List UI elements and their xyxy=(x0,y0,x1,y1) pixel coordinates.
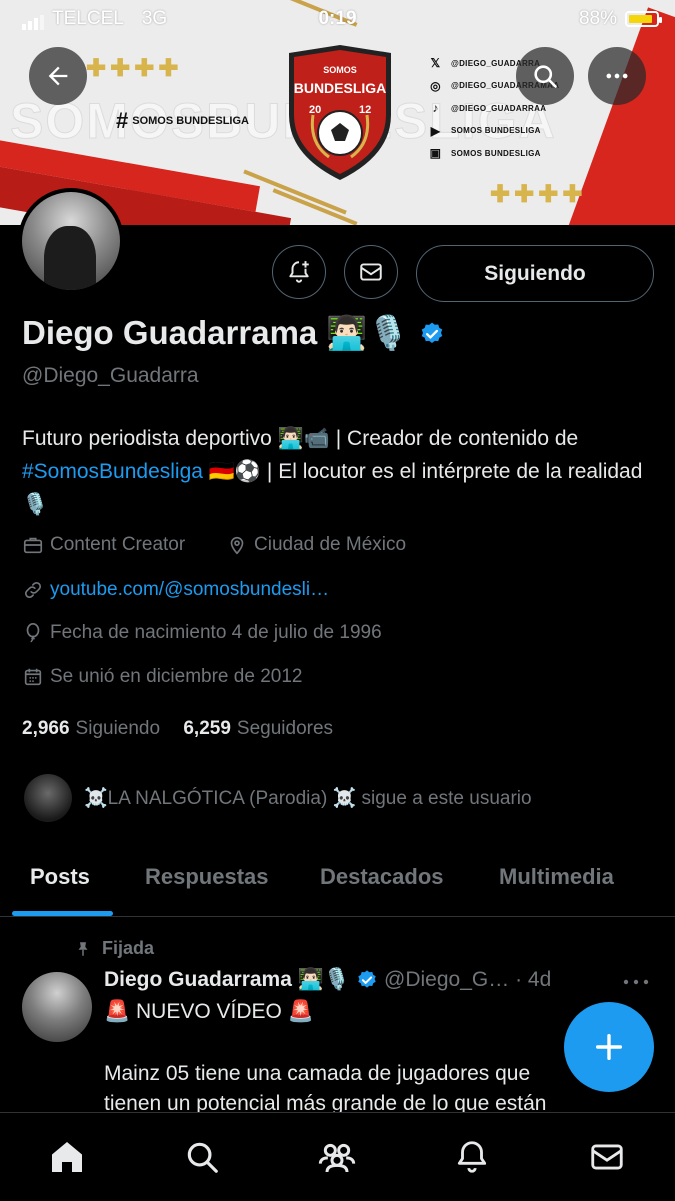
nav-notifications[interactable] xyxy=(450,1135,494,1179)
tab-multimedia[interactable]: Multimedia xyxy=(499,864,614,890)
battery-info: 88% xyxy=(578,8,662,30)
youtube-icon: ▶ xyxy=(430,123,441,138)
profile-bio: Futuro periodista deportivo 👨🏻‍💻📹 | Crea… xyxy=(22,427,643,516)
followed-by-text: ☠️LA NALGÓTICA (Parodia) ☠️ sigue a este… xyxy=(84,788,532,809)
instagram-icon: ◎ xyxy=(430,78,441,93)
verified-badge-icon xyxy=(358,970,376,988)
follower-avatar xyxy=(24,774,72,822)
x-logo-icon: 𝕏 xyxy=(430,56,441,71)
more-dots-icon xyxy=(623,979,649,985)
bundesliga-logo-icon: SOMOS BUNDESLIGA 20 12 xyxy=(289,45,391,180)
profile-joined: Se unió en diciembre de 2012 xyxy=(22,666,302,688)
profile-tabs: Posts Respuestas Destacados Multimedia xyxy=(0,850,675,917)
bell-icon xyxy=(457,1141,487,1173)
message-button[interactable] xyxy=(344,245,398,299)
compose-post-button[interactable] xyxy=(564,1002,654,1092)
tiktok-icon: ♪ xyxy=(432,101,439,116)
notifications-subscribe-button[interactable] xyxy=(272,245,326,299)
active-tab-indicator xyxy=(12,911,113,916)
post-author-name[interactable]: Diego Guadarrama 👨🏻‍💻🎙️ xyxy=(104,968,350,992)
status-time: 0:19 xyxy=(318,8,357,29)
nav-messages[interactable] xyxy=(585,1135,629,1179)
logo-main-text: BUNDESLIGA xyxy=(294,80,387,96)
envelope-icon xyxy=(591,1144,623,1170)
profile-handle: @Diego_Guadarra xyxy=(22,364,199,387)
status-bar: TELCEL 3G 0:19 88% xyxy=(0,0,675,38)
post-text-line: Mainz 05 tiene una camada de jugadores q… xyxy=(104,1062,531,1085)
logo-top-text: SOMOS xyxy=(323,65,357,75)
profile-avatar[interactable] xyxy=(18,188,124,294)
profile-name: Diego Guadarrama 👨🏻‍💻🎙️ xyxy=(22,314,445,353)
social-row-twitch: ▣ SOMOS BUNDESLIGA xyxy=(429,146,541,161)
battery-percent: 88% xyxy=(578,8,617,29)
following-count-link[interactable]: 2,966 Siguiendo xyxy=(22,718,160,739)
plus-icon xyxy=(595,1033,623,1061)
post-more-button[interactable] xyxy=(622,972,650,997)
pin-icon xyxy=(78,941,88,956)
logo-year-right: 12 xyxy=(359,104,371,116)
profile-website[interactable]: youtube.com/@somosbundesli… xyxy=(22,579,329,601)
profile-location: Ciudad de México xyxy=(226,534,406,556)
banner-crosses: ✚✚✚✚ xyxy=(86,55,183,82)
calendar-icon xyxy=(24,668,42,686)
bio-hashtag-link[interactable]: #SomosBundesliga xyxy=(22,460,203,483)
follow-counts: 2,966 Siguiendo 6,259 Seguidores xyxy=(22,718,333,740)
balloon-icon xyxy=(26,623,40,643)
bottom-navigation xyxy=(0,1112,675,1201)
following-button[interactable]: Siguiendo xyxy=(416,245,654,302)
website-link[interactable]: youtube.com/@somosbundesli… xyxy=(50,579,329,601)
location-pin-icon xyxy=(230,536,244,555)
post-header: Diego Guadarrama 👨🏻‍💻🎙️ @Diego_G… · 4d xyxy=(104,968,551,992)
tab-destacados[interactable]: Destacados xyxy=(320,864,444,890)
search-button[interactable] xyxy=(516,47,574,105)
twitch-icon: ▣ xyxy=(429,146,442,161)
bell-plus-icon xyxy=(289,261,309,283)
pinned-label: Fijada xyxy=(74,938,154,959)
back-button[interactable] xyxy=(29,47,87,105)
envelope-icon xyxy=(360,263,382,281)
social-row-youtube: ▶ SOMOS BUNDESLIGA xyxy=(428,120,559,143)
search-icon xyxy=(187,1142,218,1173)
briefcase-icon xyxy=(23,537,43,554)
post-handle-time: @Diego_G… · 4d xyxy=(384,968,552,991)
hashtag-icon: # xyxy=(116,108,129,133)
link-icon xyxy=(24,581,42,599)
more-dots-icon xyxy=(606,73,628,79)
nav-explore[interactable] xyxy=(180,1135,224,1179)
post-text-line: 🚨 NUEVO VÍDEO 🚨 xyxy=(104,1000,314,1023)
profile-category: Content Creator xyxy=(22,534,185,556)
nav-home[interactable] xyxy=(45,1135,89,1179)
more-options-button[interactable] xyxy=(588,47,646,105)
verified-badge-icon[interactable] xyxy=(419,321,445,347)
followers-count-link[interactable]: 6,259 Seguidores xyxy=(183,718,333,739)
banner-crosses: ✚✚✚✚ xyxy=(490,181,587,208)
followed-by[interactable]: ☠️LA NALGÓTICA (Parodia) ☠️ sigue a este… xyxy=(24,774,532,822)
tab-posts[interactable]: Posts xyxy=(30,864,90,890)
banner-hashtag: # SOMOS BUNDESLIGA xyxy=(116,108,249,133)
post-author-avatar[interactable] xyxy=(22,972,92,1042)
battery-icon xyxy=(625,11,662,27)
profile-name-text: Diego Guadarrama 👨🏻‍💻🎙️ xyxy=(22,314,409,351)
nav-communities[interactable] xyxy=(315,1135,359,1179)
home-icon xyxy=(52,1142,82,1172)
search-icon xyxy=(534,65,557,88)
tab-respuestas[interactable]: Respuestas xyxy=(145,864,269,890)
arrow-left-icon xyxy=(48,66,68,86)
logo-year-left: 20 xyxy=(309,104,321,116)
profile-birthday: Fecha de nacimiento 4 de julio de 1996 xyxy=(22,622,382,644)
communities-icon xyxy=(318,1143,356,1173)
